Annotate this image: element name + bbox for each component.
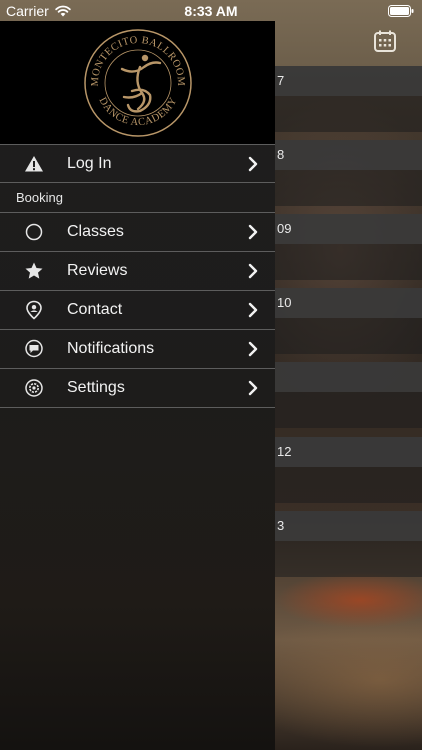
circle-icon — [25, 223, 43, 241]
location-pin-icon — [26, 300, 42, 320]
chevron-right-icon — [248, 156, 258, 172]
menu-item-reviews[interactable]: Reviews — [0, 252, 275, 291]
gear-icon — [25, 379, 43, 397]
menu-item-label: Reviews — [67, 262, 128, 279]
day-label: 7 — [277, 73, 285, 88]
day-bar[interactable]: 7 — [275, 66, 422, 96]
day-bar[interactable]: 10 — [275, 288, 422, 318]
day-band — [275, 96, 422, 132]
day-band — [275, 541, 422, 577]
day-bar[interactable]: 3 — [275, 511, 422, 541]
drawer-header: MONTECITO BALLROOM DANCE ACADEMY — [0, 21, 275, 144]
day-label: 3 — [277, 518, 285, 533]
battery-icon — [388, 5, 414, 17]
menu-item-label: Settings — [67, 379, 125, 396]
star-icon — [25, 262, 43, 279]
day-label: 8 — [277, 147, 285, 162]
chat-bubble-icon — [25, 339, 43, 358]
chevron-right-icon — [248, 341, 258, 357]
day-bar[interactable] — [275, 362, 422, 392]
calendar-icon[interactable] — [373, 29, 397, 53]
side-drawer: MONTECITO BALLROOM DANCE ACADEMY Log In … — [0, 21, 275, 750]
day-bar[interactable]: 8 — [275, 140, 422, 170]
menu-item-label: Contact — [67, 301, 123, 318]
menu-item-classes[interactable]: Classes — [0, 213, 275, 252]
day-band — [275, 392, 422, 428]
menu-item-contact[interactable]: Contact — [0, 291, 275, 330]
day-band — [275, 467, 422, 503]
menu-item-settings[interactable]: Settings — [0, 369, 275, 408]
login-menu-item[interactable]: Log In — [0, 144, 275, 183]
menu-item-label: Notifications — [67, 340, 155, 357]
login-label: Log In — [67, 154, 112, 172]
warning-icon — [25, 156, 43, 172]
day-label: 12 — [277, 444, 292, 459]
status-bar: Carrier 8:33 AM — [0, 0, 422, 22]
chevron-right-icon — [248, 380, 258, 396]
day-band — [275, 244, 422, 280]
academy-logo: MONTECITO BALLROOM DANCE ACADEMY — [83, 28, 192, 137]
day-band — [275, 170, 422, 206]
day-band — [275, 318, 422, 354]
chevron-right-icon — [248, 263, 258, 279]
chevron-right-icon — [248, 302, 258, 318]
chevron-right-icon — [248, 224, 258, 240]
menu-item-notifications[interactable]: Notifications — [0, 330, 275, 369]
status-time: 8:33 AM — [184, 3, 238, 19]
menu-item-label: Classes — [67, 223, 124, 240]
section-header-booking: Booking — [0, 183, 275, 213]
day-label: 09 — [277, 221, 292, 236]
day-bar[interactable]: 09 — [275, 214, 422, 244]
day-label: 10 — [277, 295, 292, 310]
day-bar[interactable]: 12 — [275, 437, 422, 467]
